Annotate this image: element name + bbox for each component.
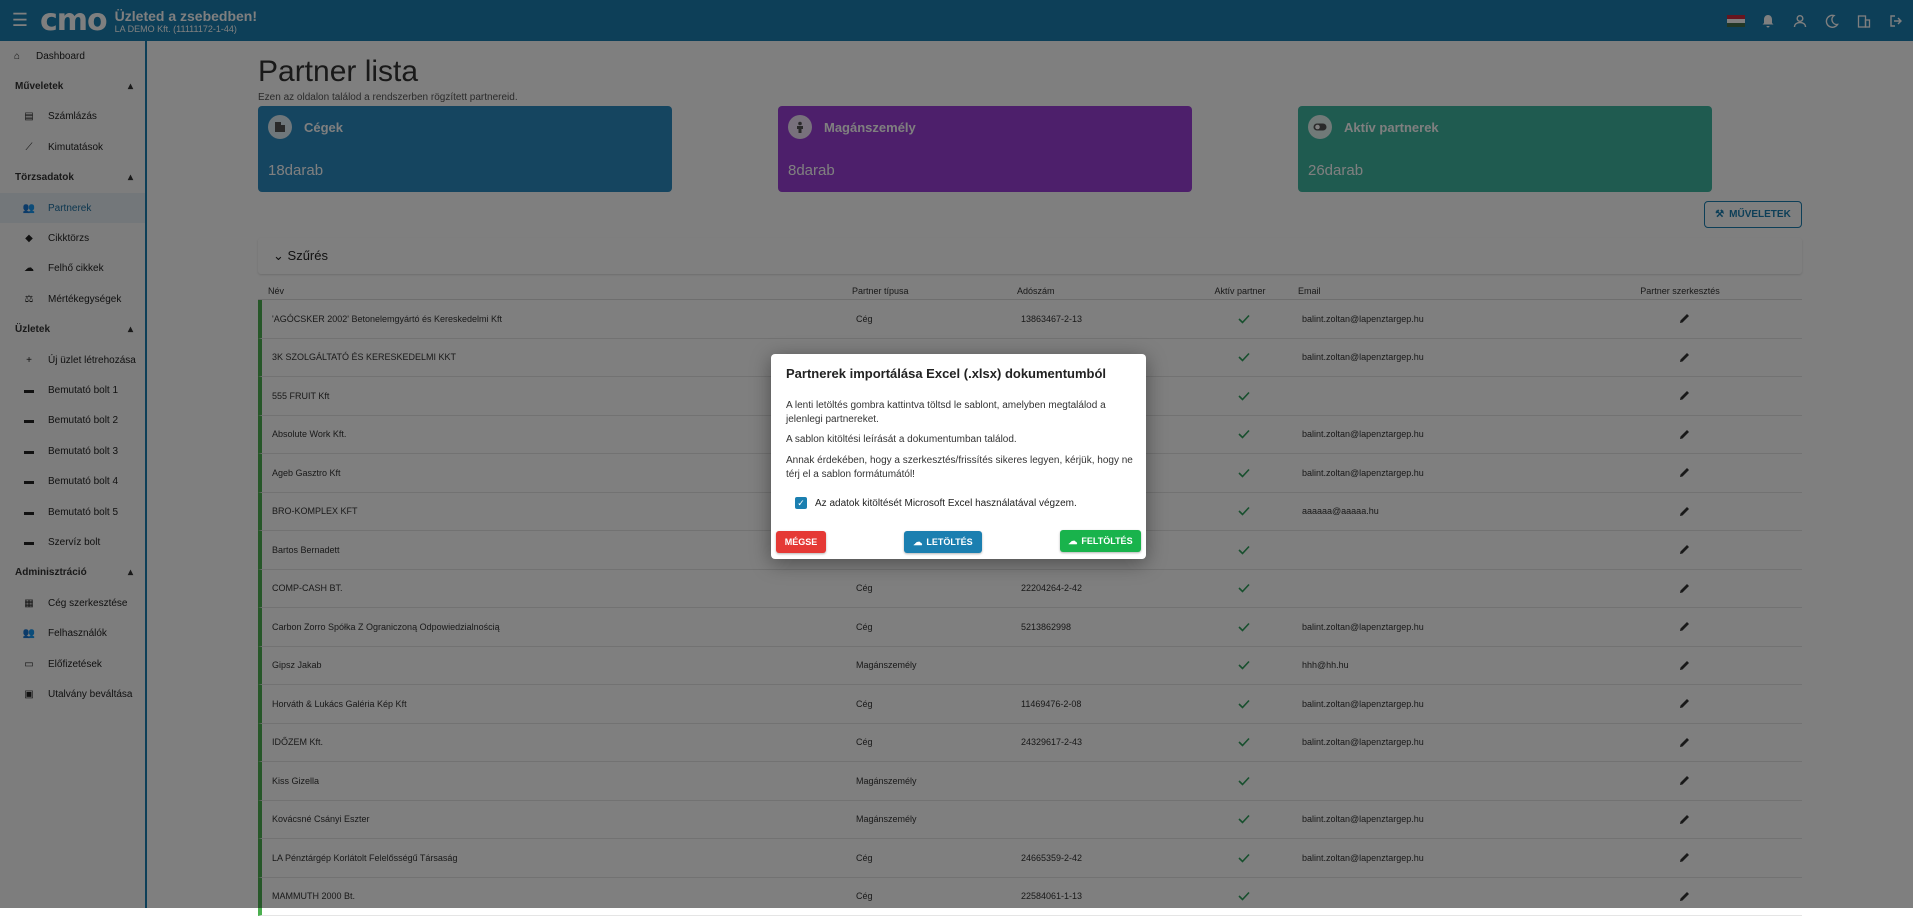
- button-label: FELTÖLTÉS: [1081, 536, 1132, 546]
- excel-checkbox[interactable]: ✓ Az adatok kitöltését Microsoft Excel h…: [795, 497, 1077, 509]
- button-label: LETÖLTÉS: [926, 537, 972, 547]
- button-label: MÉGSE: [785, 537, 818, 547]
- cancel-button[interactable]: MÉGSE: [776, 531, 826, 553]
- dialog-text-2: A sablon kitöltési leírását a dokumentum…: [786, 433, 1136, 447]
- cloud-upload-icon: ☁: [1068, 536, 1077, 547]
- download-button[interactable]: ☁ LETÖLTÉS: [904, 531, 982, 553]
- import-dialog: Partnerek importálása Excel (.xlsx) doku…: [771, 354, 1146, 559]
- cloud-download-icon: ☁: [913, 537, 922, 548]
- upload-button[interactable]: ☁ FELTÖLTÉS: [1060, 530, 1141, 552]
- dialog-text-3: Annak érdekében, hogy a szerkesztés/fris…: [786, 454, 1136, 482]
- checkbox-label: Az adatok kitöltését Microsoft Excel has…: [815, 498, 1077, 509]
- dialog-title: Partnerek importálása Excel (.xlsx) doku…: [786, 366, 1106, 381]
- dialog-text-1: A lenti letöltés gombra kattintva töltsd…: [786, 399, 1136, 427]
- checkbox-checked-icon[interactable]: ✓: [795, 497, 807, 509]
